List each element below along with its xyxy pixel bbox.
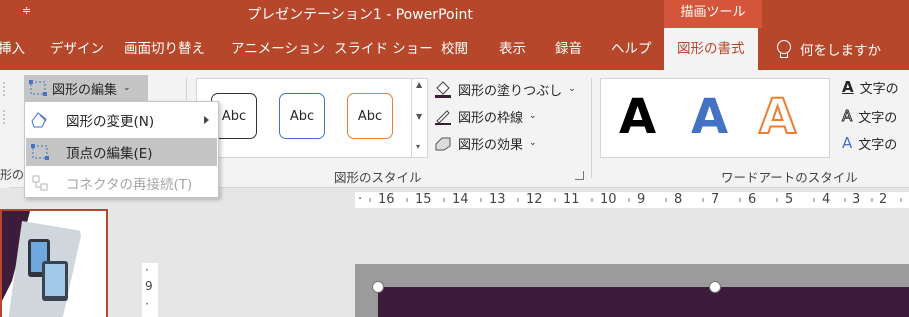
ruler-ticks	[369, 198, 902, 202]
edit-points-icon	[31, 144, 49, 160]
edit-shape-button[interactable]: 図形の編集 ⌄	[24, 75, 148, 101]
window-title: プレゼンテーション1 - PowerPoint	[247, 7, 473, 23]
group-separator	[591, 78, 592, 178]
scroll-down-icon[interactable]: ▼	[416, 112, 422, 121]
text-outline-label: 文字の	[858, 110, 898, 126]
shape-fill-button[interactable]: 図形の塗りつぶし ⌄	[434, 78, 576, 100]
slide-thumbnail[interactable]	[0, 209, 108, 317]
text-effects-icon: A	[842, 134, 853, 152]
text-fill-label: 文字の	[859, 81, 899, 97]
change-shape-icon	[31, 112, 47, 128]
wordart-preset-blue[interactable]: A	[691, 85, 728, 149]
shape-styles-group-label: 図形のスタイル	[334, 170, 422, 185]
tell-me-label: 何をしますか	[800, 43, 881, 59]
resize-handle[interactable]	[709, 281, 721, 293]
text-fill-button[interactable]: A 文字の	[842, 76, 899, 98]
style-preset-blue[interactable]: Abc	[279, 93, 325, 139]
style-preset-orange[interactable]: Abc	[347, 93, 393, 139]
lightbulb-icon	[776, 40, 791, 58]
gallery-more-icon[interactable]: ▾	[416, 142, 420, 151]
slide-thumbnail-image	[2, 211, 106, 317]
shape-effects-button[interactable]: 図形の効果 ⌄	[434, 132, 537, 154]
chevron-down-icon: ⌄	[529, 138, 537, 148]
horizontal-ruler[interactable]: · 16 15 14 13 12 11 10 9 8 7 6 5 4 3 2	[355, 192, 909, 208]
wordart-gallery: A A A	[600, 78, 830, 158]
resize-handle[interactable]	[372, 281, 384, 293]
pen-outline-icon	[435, 110, 451, 125]
edit-shape-label: 図形の編集	[52, 82, 118, 98]
wordart-preset-black[interactable]: A	[619, 85, 656, 149]
gallery-scrollbar[interactable]: ▲ ▼ ▾	[411, 78, 427, 158]
tab-transitions[interactable]: 画面切り替え	[124, 28, 205, 70]
submenu-arrow-icon	[204, 116, 209, 124]
dialog-launcher-icon[interactable]	[575, 171, 584, 180]
shape-fill-label: 図形の塗りつぶし	[458, 83, 563, 99]
tab-help[interactable]: ヘルプ	[611, 28, 652, 70]
text-outline-button[interactable]: A 文字の	[841, 105, 898, 127]
text-effects-button[interactable]: A 文字の	[842, 132, 897, 154]
reroute-connectors-icon	[32, 175, 48, 191]
tell-me-search[interactable]: 何をしますか	[776, 28, 881, 70]
shape-effects-label: 図形の効果	[458, 137, 524, 153]
ribbon-tabs: 挿入 デザイン 画面切り替え アニメーション スライド ショー 校閲 表示 録音…	[0, 28, 909, 70]
chevron-down-icon: ⌄	[123, 83, 131, 93]
tab-animations[interactable]: アニメーション	[231, 28, 325, 70]
tab-view[interactable]: 表示	[499, 28, 526, 70]
chevron-down-icon: ⌄	[568, 84, 576, 94]
selected-shape[interactable]	[378, 287, 909, 317]
shape-styles-gallery: Abc Abc Abc ▲ ▼ ▾	[196, 78, 428, 158]
menu-item-change-shape[interactable]: 図形の変更(N)	[26, 106, 217, 134]
menu-item-label: コネクタの再接続(T)	[66, 177, 193, 193]
shape-outline-button[interactable]: 図形の枠線 ⌄	[434, 105, 537, 127]
tab-design[interactable]: デザイン	[50, 28, 104, 70]
title-bar: ≑ プレゼンテーション1 - PowerPoint 描画ツール	[0, 0, 909, 28]
tab-insert[interactable]: 挿入	[0, 28, 25, 70]
edit-shape-menu: 図形の変更(N) 頂点の編集(E) コネクタの再接続(T)	[24, 101, 219, 198]
chevron-down-icon: ⌄	[529, 111, 537, 121]
wordart-styles-group-label: ワードアートのスタイル	[721, 170, 858, 185]
ruler-number: 9	[145, 279, 153, 293]
shape-outline-label: 図形の枠線	[458, 110, 524, 126]
scroll-up-icon[interactable]: ▲	[416, 80, 422, 89]
text-fill-icon: A	[842, 78, 854, 96]
menu-item-reroute-connectors: コネクタの再接続(T)	[26, 169, 217, 197]
tab-shape-format[interactable]: 図形の書式	[664, 28, 758, 70]
vertical-ruler[interactable]: · 9 ·	[142, 263, 158, 317]
paint-bucket-icon	[435, 81, 451, 98]
menu-item-label: 図形の変更(N)	[66, 114, 155, 130]
text-effects-label: 文字の	[858, 137, 898, 153]
context-tab-drawing-tools: 描画ツール	[664, 0, 762, 28]
text-outline-icon: A	[841, 107, 853, 126]
tab-review[interactable]: 校閲	[441, 28, 468, 70]
wordart-preset-orange[interactable]: A	[758, 85, 797, 149]
shape-effects-icon	[435, 137, 451, 151]
tab-record[interactable]: 録音	[555, 28, 582, 70]
tab-slideshow[interactable]: スライド ショー	[334, 28, 433, 70]
edit-shape-icon	[29, 80, 47, 96]
menu-item-edit-points[interactable]: 頂点の編集(E)	[26, 138, 217, 166]
slide-thumbnail-pane	[0, 188, 120, 317]
menu-item-label: 頂点の編集(E)	[66, 146, 153, 162]
